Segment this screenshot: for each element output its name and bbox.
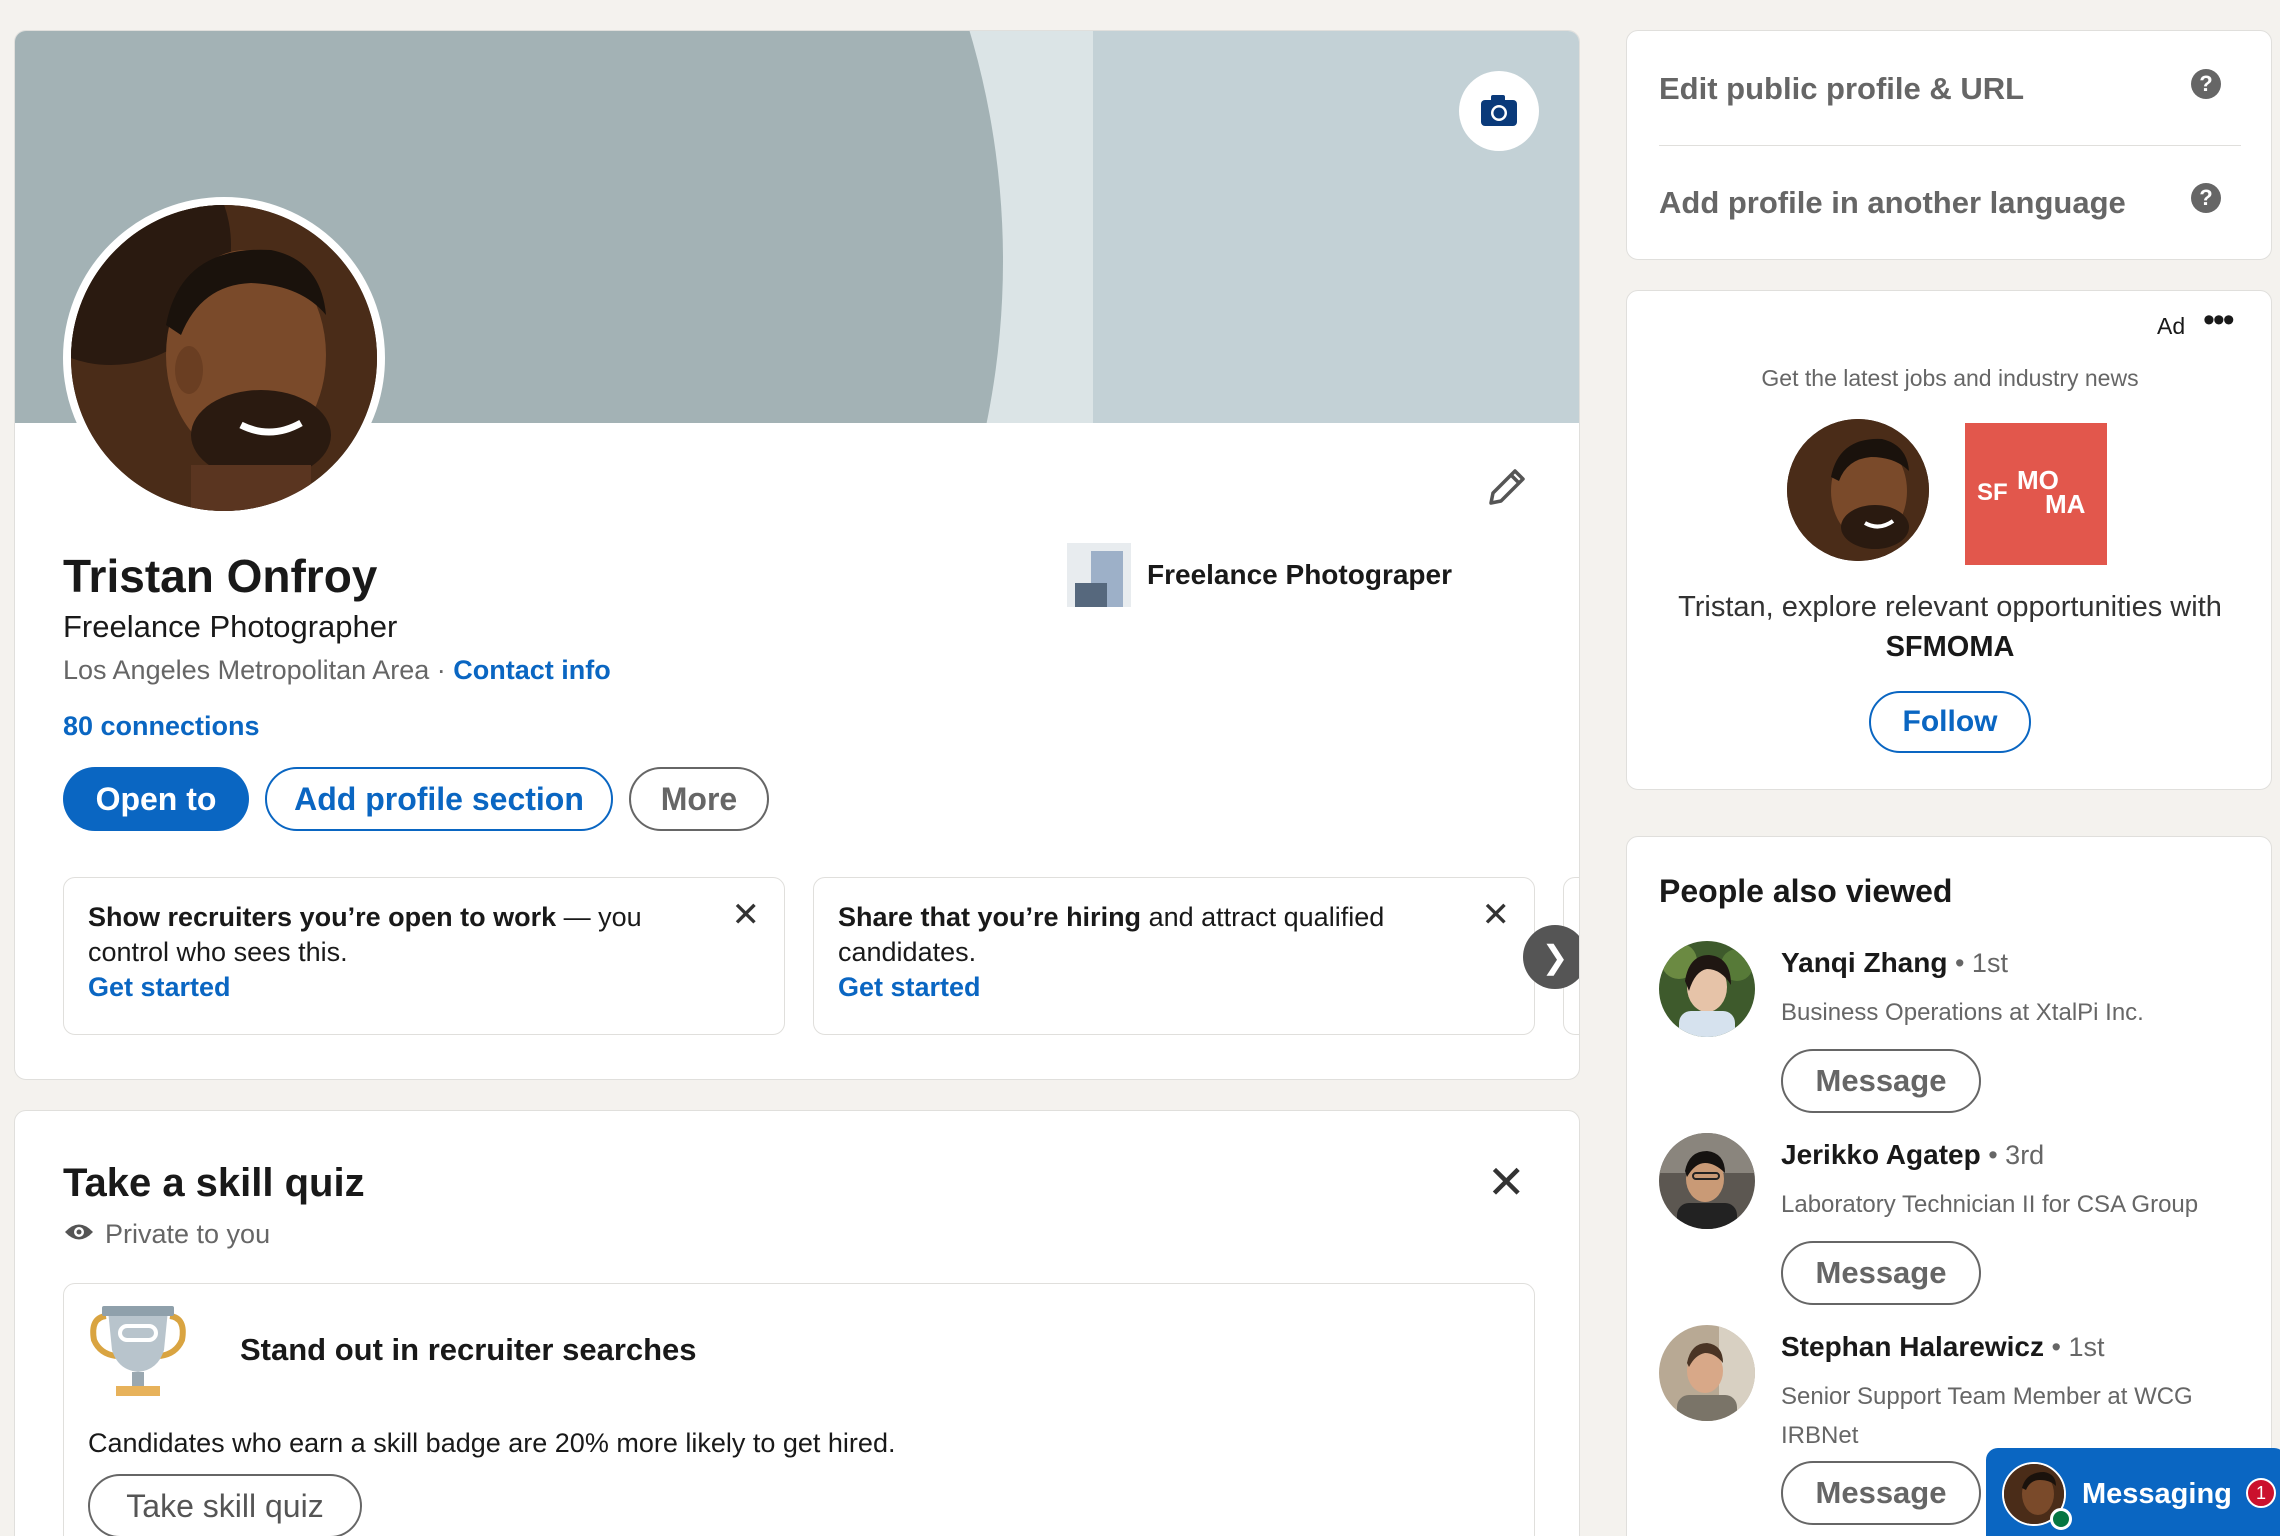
person-role: Senior Support Team Member at WCG IRBNet xyxy=(1781,1383,2193,1449)
section-title: People also viewed xyxy=(1659,873,1953,909)
avatar[interactable] xyxy=(1659,1325,1755,1421)
people-also-viewed-card: People also viewed Yanqi Zhang • 1st Bus… xyxy=(1626,836,2272,1536)
quiz-promo-box: Stand out in recruiter searches Candidat… xyxy=(63,1283,1535,1536)
quiz-title: Take a skill quiz xyxy=(63,1161,365,1205)
profile-location: Los Angeles Metropolitan Area xyxy=(63,655,430,685)
logo-sf: SF xyxy=(1977,479,2008,506)
hiring-promo: Share that you’re hiring and attract qua… xyxy=(813,877,1535,1035)
person-role: Laboratory Technician II for CSA Group xyxy=(1781,1191,2199,1218)
privacy-row: Private to you xyxy=(63,1219,270,1250)
promo-bold: Share that you’re hiring xyxy=(838,902,1142,932)
ad-message: Tristan, explore relevant opportunities … xyxy=(1667,587,2233,667)
company-logo xyxy=(1067,543,1131,607)
profile-location-row: Los Angeles Metropolitan Area · Contact … xyxy=(63,655,611,686)
current-company[interactable]: Freelance Photograper xyxy=(1067,543,1452,607)
add-profile-section-button[interactable]: Add profile section xyxy=(265,767,613,831)
person-role: Business Operations at XtalPi Inc. xyxy=(1781,999,2144,1026)
profile-settings-card: Edit public profile & URL ? Add profile … xyxy=(1626,30,2272,260)
ad-company-name: SFMOMA xyxy=(1885,631,2015,663)
divider xyxy=(1659,145,2241,146)
avatar[interactable] xyxy=(1659,1133,1755,1229)
more-dots-icon[interactable]: ••• xyxy=(2203,301,2235,340)
close-icon[interactable]: ✕ xyxy=(732,898,761,932)
ad-card: Ad ••• Get the latest jobs and industry … xyxy=(1626,290,2272,790)
trophy-icon xyxy=(88,1306,188,1411)
list-item: Yanqi Zhang • 1st Business Operations at… xyxy=(1659,941,2259,1121)
skill-quiz-card: Take a skill quiz Private to you ✕ Stand… xyxy=(14,1110,1580,1536)
connection-degree: • 3rd xyxy=(1980,1140,2045,1170)
ad-tagline: Get the latest jobs and industry news xyxy=(1761,365,2139,391)
ad-user-avatar xyxy=(1787,419,1929,561)
messaging-label: Messaging xyxy=(2082,1478,2232,1510)
message-button[interactable]: Message xyxy=(1781,1461,1981,1525)
open-to-work-promo: Show recruiters you’re open to work — yo… xyxy=(63,877,785,1035)
help-icon[interactable]: ? xyxy=(2191,69,2221,99)
quiz-card-description: Candidates who earn a skill badge are 20… xyxy=(88,1428,896,1458)
message-button[interactable]: Message xyxy=(1781,1241,1981,1305)
person-name-row[interactable]: Stephan Halarewicz • 1st xyxy=(1781,1331,2104,1363)
chevron-right-icon[interactable]: ❯ xyxy=(1523,925,1579,989)
location-separator: · xyxy=(429,655,454,685)
message-button[interactable]: Message xyxy=(1781,1049,1981,1113)
add-language-profile-link[interactable]: Add profile in another language xyxy=(1659,185,2241,221)
connections-link[interactable]: 80 connections xyxy=(63,711,260,742)
help-icon[interactable]: ? xyxy=(2191,183,2221,213)
logo-ma: MA xyxy=(2045,489,2086,519)
open-to-button[interactable]: Open to xyxy=(63,767,249,831)
contact-info-link[interactable]: Contact info xyxy=(453,655,610,685)
profile-name: Tristan Onfroy xyxy=(63,550,378,602)
profile-card: Tristan Onfroy Freelance Photographer Lo… xyxy=(14,30,1580,1080)
more-button[interactable]: More xyxy=(629,767,769,831)
promo-bold: Show recruiters you’re open to work xyxy=(88,902,557,932)
follow-button[interactable]: Follow xyxy=(1869,691,2031,753)
privacy-label: Private to you xyxy=(105,1219,271,1249)
unread-badge: 1 xyxy=(2246,1478,2276,1508)
list-item: Jerikko Agatep • 3rd Laboratory Technici… xyxy=(1659,1133,2259,1313)
connection-degree: • 1st xyxy=(1947,948,2008,978)
profile-avatar[interactable] xyxy=(63,197,385,519)
profile-headline: Freelance Photographer xyxy=(63,609,398,644)
take-skill-quiz-button[interactable]: Take skill quiz xyxy=(88,1474,362,1536)
person-name: Yanqi Zhang xyxy=(1781,947,1948,978)
person-name-row[interactable]: Yanqi Zhang • 1st xyxy=(1781,947,2008,979)
sfmoma-logo: SF MO MA xyxy=(1965,423,2107,565)
company-name: Freelance Photograper xyxy=(1147,559,1452,590)
close-icon[interactable]: ✕ xyxy=(1487,1155,1526,1209)
person-name: Stephan Halarewicz xyxy=(1781,1331,2044,1362)
eye-icon xyxy=(63,1219,95,1250)
get-started-link[interactable]: Get started xyxy=(88,970,760,1005)
camera-icon[interactable] xyxy=(1459,71,1539,151)
quiz-card-heading: Stand out in recruiter searches xyxy=(240,1332,697,1367)
ad-message-prefix: Tristan, explore relevant opportunities … xyxy=(1678,591,2222,623)
promo-text: Show recruiters you’re open to work — yo… xyxy=(88,900,708,970)
close-icon[interactable]: ✕ xyxy=(1482,898,1511,932)
person-name: Jerikko Agatep xyxy=(1781,1139,1981,1170)
edit-public-profile-link[interactable]: Edit public profile & URL xyxy=(1659,71,2241,107)
connection-degree: • 1st xyxy=(2043,1332,2105,1362)
promo-text: Share that you’re hiring and attract qua… xyxy=(838,900,1458,970)
edit-public-profile-label: Edit public profile & URL xyxy=(1659,71,2025,106)
person-name-row[interactable]: Jerikko Agatep • 3rd xyxy=(1781,1139,2044,1171)
get-started-link[interactable]: Get started xyxy=(838,970,1510,1005)
pencil-icon[interactable] xyxy=(1483,463,1531,511)
ad-label: Ad xyxy=(2157,313,2186,339)
avatar[interactable] xyxy=(1659,941,1755,1037)
add-language-label: Add profile in another language xyxy=(1659,185,2126,220)
online-status-indicator xyxy=(2050,1508,2072,1530)
messaging-bar[interactable]: Messaging 1 xyxy=(1986,1448,2280,1536)
